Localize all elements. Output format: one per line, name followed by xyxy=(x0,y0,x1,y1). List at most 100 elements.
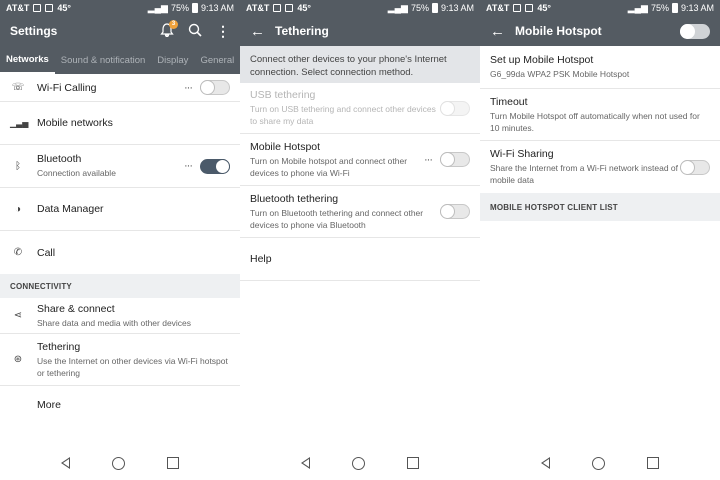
mobile-networks-item[interactable]: ▁▃▅ Mobile networks xyxy=(0,102,240,145)
tethering-screen: AT&T 45° ▂▄▆ 75% 9:13 AM ← Tethering Con… xyxy=(240,0,480,480)
notification-bell-icon[interactable]: 3 xyxy=(160,19,178,40)
mobile-hotspot-toggle[interactable] xyxy=(440,152,470,167)
bluetooth-label: Bluetooth xyxy=(37,153,82,165)
battery-icon xyxy=(191,3,198,13)
more-label: More xyxy=(37,399,61,411)
wifi-sharing-label: Wi-Fi Sharing xyxy=(490,148,554,160)
gallery-icon xyxy=(45,4,54,12)
help-item[interactable]: Help xyxy=(240,238,480,281)
battery-label: 75% xyxy=(410,3,429,13)
temperature-label: 45° xyxy=(57,3,71,13)
settings-list: ☏ Wi-Fi Calling ··· ▁▃▅ Mobile networks … xyxy=(0,74,240,424)
home-nav-icon[interactable] xyxy=(352,456,365,470)
temperature-label: 45° xyxy=(537,3,551,13)
mobile-hotspot-item[interactable]: Mobile Hotspot Turn on Mobile hotspot an… xyxy=(240,134,480,186)
usb-tethering-toggle xyxy=(440,100,470,116)
bluetooth-icon: ᛒ xyxy=(15,160,21,172)
battery-label: 75% xyxy=(650,3,669,13)
carrier-label: AT&T xyxy=(246,3,270,13)
more-item[interactable]: More xyxy=(0,386,240,424)
share-connect-item[interactable]: ⋖ Share & connect Share data and media w… xyxy=(0,298,240,334)
timeout-item[interactable]: Timeout Turn Mobile Hotspot off automati… xyxy=(480,89,720,141)
page-title: Tethering xyxy=(275,24,329,38)
wifi-calling-label: Wi-Fi Calling xyxy=(37,81,97,94)
call-item[interactable]: ✆ Call xyxy=(0,231,240,274)
more-options-icon[interactable]: ··· xyxy=(184,82,193,94)
time-label: 9:13 AM xyxy=(680,3,714,13)
battery-label: 75% xyxy=(170,3,189,13)
recent-apps-icon[interactable] xyxy=(167,457,179,469)
mail-icon xyxy=(513,4,522,12)
time-label: 9:13 AM xyxy=(440,3,474,13)
gallery-icon xyxy=(285,4,294,12)
mobile-hotspot-screen: AT&T 45° ▂▄▆ 75% 9:13 AM ← Mobile Hotspo… xyxy=(480,0,720,480)
signal-icon: ▂▄▆ xyxy=(387,2,408,13)
more-options-icon[interactable]: ··· xyxy=(184,160,193,172)
more-options-icon[interactable]: ··· xyxy=(424,154,433,166)
navigation-bar xyxy=(480,446,720,480)
setup-hotspot-item[interactable]: Set up Mobile Hotspot G6_99da WPA2 PSK M… xyxy=(480,46,720,89)
timeout-label: Timeout xyxy=(490,95,528,108)
battery-icon xyxy=(431,3,438,13)
time-label: 9:13 AM xyxy=(200,3,234,13)
back-nav-icon[interactable] xyxy=(541,457,550,469)
tethering-label: Tethering xyxy=(37,340,81,353)
tab-sound-notification[interactable]: Sound & notification xyxy=(55,46,152,74)
data-manager-item[interactable]: ◑ Data Manager xyxy=(0,188,240,231)
status-bar: AT&T 45° ▂▄▆ 75% 9:13 AM xyxy=(0,0,240,16)
wifi-calling-icon: ☏ xyxy=(11,82,25,93)
page-title: Settings xyxy=(10,24,58,38)
home-nav-icon[interactable] xyxy=(112,456,125,470)
hotspot-list: Set up Mobile Hotspot G6_99da WPA2 PSK M… xyxy=(480,46,720,221)
search-icon[interactable] xyxy=(188,23,202,40)
bluetooth-tethering-label: Bluetooth tethering xyxy=(250,192,339,205)
back-nav-icon[interactable] xyxy=(61,457,70,469)
bluetooth-tethering-toggle[interactable] xyxy=(440,204,470,219)
temperature-label: 45° xyxy=(297,3,311,13)
timeout-sub: Turn Mobile Hotspot off automatically wh… xyxy=(490,110,700,133)
back-arrow-icon[interactable]: ← xyxy=(490,23,505,40)
carrier-label: AT&T xyxy=(486,3,510,13)
mail-icon xyxy=(33,4,42,12)
tab-display[interactable]: Display xyxy=(151,46,194,74)
tab-networks[interactable]: Networks xyxy=(0,46,55,74)
recent-apps-icon[interactable] xyxy=(647,457,659,469)
wifi-sharing-sub: Share the Internet from a Wi-Fi network … xyxy=(490,163,679,185)
setup-hotspot-label: Set up Mobile Hotspot xyxy=(490,54,594,66)
share-connect-sub: Share data and media with other devices xyxy=(37,317,192,328)
wifi-calling-item[interactable]: ☏ Wi-Fi Calling ··· xyxy=(0,74,240,102)
overflow-menu-icon[interactable]: ⋮ xyxy=(216,23,230,40)
mobile-hotspot-sub: Turn on Mobile hotspot and connect other… xyxy=(250,155,408,178)
tethering-sub: Use the Internet on other devices via Wi… xyxy=(37,355,228,378)
tethering-icon: ⊛ xyxy=(13,354,23,365)
carrier-label: AT&T xyxy=(6,3,30,13)
usb-tethering-item: USB tethering Turn on USB tethering and … xyxy=(240,83,480,134)
tethering-item[interactable]: ⊛ Tethering Use the Internet on other de… xyxy=(0,334,240,386)
navigation-bar xyxy=(0,446,240,480)
usb-tethering-sub: Turn on USB tethering and connect other … xyxy=(250,104,436,126)
wifi-sharing-toggle[interactable] xyxy=(680,159,710,175)
tethering-info-banner: Connect other devices to your phone's In… xyxy=(240,46,480,83)
bluetooth-toggle[interactable] xyxy=(200,158,230,174)
recent-apps-icon[interactable] xyxy=(407,457,419,469)
data-manager-label: Data Manager xyxy=(37,203,104,215)
settings-app-bar: Settings 3 ⋮ xyxy=(0,16,240,46)
wifi-sharing-item[interactable]: Wi-Fi Sharing Share the Internet from a … xyxy=(480,141,720,193)
call-label: Call xyxy=(37,246,56,259)
back-arrow-icon[interactable]: ← xyxy=(250,23,265,40)
usb-tethering-label: USB tethering xyxy=(250,89,316,101)
share-icon: ⋖ xyxy=(13,310,23,321)
bluetooth-status: Connection available xyxy=(37,168,116,178)
navigation-bar xyxy=(240,446,480,480)
mobile-hotspot-master-toggle[interactable] xyxy=(680,23,710,39)
tab-general[interactable]: General xyxy=(194,46,240,74)
bluetooth-tethering-item[interactable]: Bluetooth tethering Turn on Bluetooth te… xyxy=(240,186,480,238)
back-nav-icon[interactable] xyxy=(301,457,310,469)
hotspot-app-bar: ← Mobile Hotspot xyxy=(480,16,720,46)
wifi-calling-toggle[interactable] xyxy=(200,80,230,95)
notification-badge: 3 xyxy=(169,19,178,29)
help-label: Help xyxy=(250,253,272,265)
bluetooth-item[interactable]: ᛒ Bluetooth Connection available ··· xyxy=(0,145,240,188)
home-nav-icon[interactable] xyxy=(592,456,605,470)
client-list-section-header: MOBILE HOTSPOT CLIENT LIST xyxy=(480,193,720,221)
